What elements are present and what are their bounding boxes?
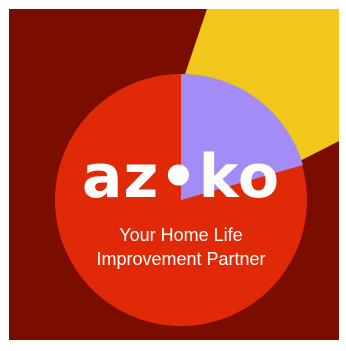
azko-logo: az•ko Your Home Life Improvement Partner [9, 9, 339, 340]
logo-frame: az•ko Your Home Life Improvement Partner [0, 0, 346, 351]
brand-tagline-line2: Improvement Partner [96, 249, 265, 269]
brand-wordmark: az•ko [82, 142, 280, 212]
brand-tagline-line1: Your Home Life [119, 225, 242, 245]
